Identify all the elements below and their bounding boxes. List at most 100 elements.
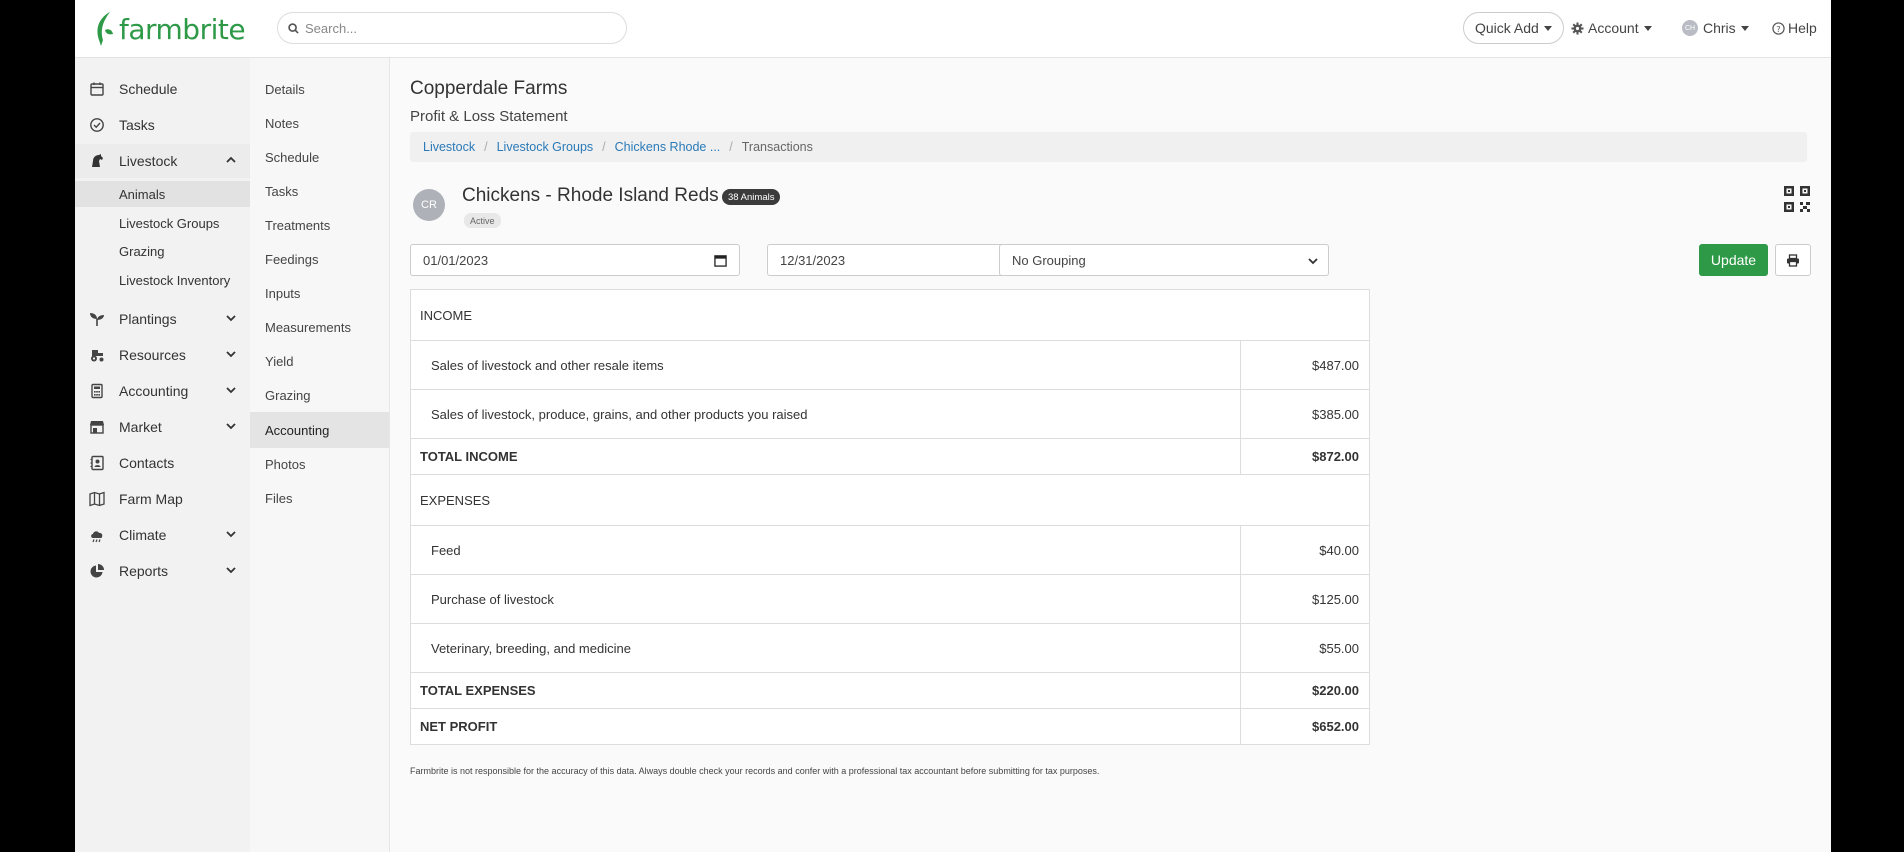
sidebar-item-label: Tasks <box>119 117 155 133</box>
total-expenses-row: TOTAL EXPENSES $220.00 <box>410 672 1370 709</box>
subnav-measurements[interactable]: Measurements <box>250 310 389 344</box>
subnav-grazing[interactable]: Grazing <box>250 378 389 412</box>
logo[interactable]: farmbrite <box>95 8 246 50</box>
breadcrumb-current: Transactions <box>741 140 813 154</box>
sidebar-item-accounting[interactable]: Accounting <box>75 374 250 408</box>
sidebar-item-label: Climate <box>119 527 167 543</box>
farm-name: Copperdale Farms <box>410 78 568 99</box>
sidebar-subitem-animals[interactable]: Animals <box>75 181 250 207</box>
question-circle-icon: ? <box>1772 21 1785 35</box>
sidebar-item-market[interactable]: Market <box>75 410 250 444</box>
subnav-yield[interactable]: Yield <box>250 344 389 378</box>
sidebar-item-label: Accounting <box>119 383 189 399</box>
update-button[interactable]: Update <box>1699 244 1768 276</box>
breadcrumb-link-group[interactable]: Chickens Rhode ... <box>615 140 721 154</box>
subnav-inputs[interactable]: Inputs <box>250 276 389 310</box>
line-item-amount: $55.00 <box>1240 623 1370 673</box>
subnav-details[interactable]: Details <box>250 72 389 106</box>
subnav-schedule[interactable]: Schedule <box>250 140 389 174</box>
start-date-input[interactable]: 01/01/2023 <box>410 244 740 276</box>
user-menu[interactable]: CH Chris <box>1682 14 1749 42</box>
expenses-header: EXPENSES <box>410 474 1370 526</box>
total-income-label: TOTAL INCOME <box>410 438 1241 475</box>
chevron-down-icon <box>226 315 236 322</box>
line-item-label: Feed <box>410 525 1241 575</box>
net-profit-amount: $652.00 <box>1240 708 1370 745</box>
sidebar-subitem-livestock-inventory[interactable]: Livestock Inventory <box>75 267 250 293</box>
cloud-icon <box>91 531 103 543</box>
net-profit-row: NET PROFIT $652.00 <box>410 708 1370 745</box>
page-title: Profit & Loss Statement <box>410 108 568 125</box>
total-expenses-amount: $220.00 <box>1240 672 1370 709</box>
account-menu[interactable]: Account <box>1571 14 1652 42</box>
seedling-icon <box>90 313 104 326</box>
search-input[interactable] <box>305 20 595 36</box>
sidebar-item-plantings[interactable]: Plantings <box>75 302 250 336</box>
sidebar-item-contacts[interactable]: Contacts <box>75 446 250 480</box>
table-row: Veterinary, breeding, and medicine $55.0… <box>410 623 1370 673</box>
grouping-select[interactable]: No Grouping <box>999 244 1329 276</box>
caret-down-icon <box>1643 25 1652 31</box>
subnav-accounting[interactable]: Accounting <box>250 412 389 448</box>
line-item-label: Purchase of livestock <box>410 574 1241 624</box>
chevron-up-icon <box>226 156 236 163</box>
help-link[interactable]: ? Help <box>1772 14 1817 42</box>
table-section-row: INCOME <box>410 289 1370 341</box>
breadcrumb-separator: / <box>602 140 606 154</box>
animal-count-badge: 38 Animals <box>722 189 781 205</box>
top-bar: farmbrite Quick Add Account CH Chris ? H… <box>75 0 1831 58</box>
print-button[interactable] <box>1775 244 1811 276</box>
start-date-value: 01/01/2023 <box>423 252 489 268</box>
caret-down-icon <box>1543 25 1552 31</box>
subnav-treatments[interactable]: Treatments <box>250 208 389 242</box>
entity-title: Chickens - Rhode Island Reds <box>462 185 719 206</box>
sidebar: Schedule Tasks Livestock Animals Livesto… <box>75 58 250 852</box>
sidebar-item-label: Farm Map <box>119 491 183 507</box>
sidebar-item-resources[interactable]: Resources <box>75 338 250 372</box>
end-date-value: 12/31/2023 <box>780 252 846 268</box>
quick-add-button[interactable]: Quick Add <box>1463 12 1564 44</box>
net-profit-label: NET PROFIT <box>410 708 1241 745</box>
user-avatar: CH <box>1682 20 1698 36</box>
entity-avatar: CR <box>413 189 445 221</box>
sidebar-item-label: Livestock <box>119 153 178 169</box>
subnav-notes[interactable]: Notes <box>250 106 389 140</box>
gear-icon <box>1571 21 1584 35</box>
sidebar-item-tasks[interactable]: Tasks <box>75 108 250 142</box>
sidebar-item-livestock[interactable]: Livestock <box>75 144 250 178</box>
sidebar-subitem-livestock-groups[interactable]: Livestock Groups <box>75 210 250 236</box>
chevron-down-icon <box>1308 258 1318 265</box>
calendar-icon[interactable] <box>714 254 727 267</box>
subnav-files[interactable]: Files <box>250 481 389 515</box>
status-badge: Active <box>464 213 501 228</box>
sidebar-item-schedule[interactable]: Schedule <box>75 72 250 106</box>
calculator-icon <box>91 383 103 399</box>
disclaimer-text: Farmbrite is not responsible for the acc… <box>410 766 1100 776</box>
breadcrumb-link-livestock[interactable]: Livestock <box>423 140 475 154</box>
breadcrumb-separator: / <box>729 140 733 154</box>
line-item-amount: $487.00 <box>1240 340 1370 390</box>
profit-loss-table: INCOME Sales of livestock and other resa… <box>410 289 1370 745</box>
map-icon <box>89 491 105 507</box>
horse-icon <box>92 154 103 167</box>
breadcrumb-separator: / <box>484 140 488 154</box>
sidebar-subitem-grazing[interactable]: Grazing <box>75 238 250 264</box>
table-row: Feed $40.00 <box>410 525 1370 575</box>
breadcrumb-link-livestock-groups[interactable]: Livestock Groups <box>497 140 594 154</box>
account-label: Account <box>1588 20 1639 36</box>
chevron-down-icon <box>226 351 236 358</box>
subnav-feedings[interactable]: Feedings <box>250 242 389 276</box>
sidebar-item-farm-map[interactable]: Farm Map <box>75 482 250 516</box>
caret-down-icon <box>1740 25 1749 31</box>
qr-code-icon[interactable] <box>1783 185 1811 213</box>
sidebar-item-label: Schedule <box>119 81 178 97</box>
subnav-photos[interactable]: Photos <box>250 447 389 481</box>
quick-add-label: Quick Add <box>1475 20 1539 36</box>
sidebar-item-climate[interactable]: Climate <box>75 518 250 552</box>
income-header: INCOME <box>410 289 1370 341</box>
search-box[interactable] <box>277 12 627 44</box>
subnav-tasks[interactable]: Tasks <box>250 174 389 208</box>
sidebar-item-reports[interactable]: Reports <box>75 554 250 588</box>
calendar-icon <box>90 82 104 96</box>
table-section-row: EXPENSES <box>410 474 1370 526</box>
